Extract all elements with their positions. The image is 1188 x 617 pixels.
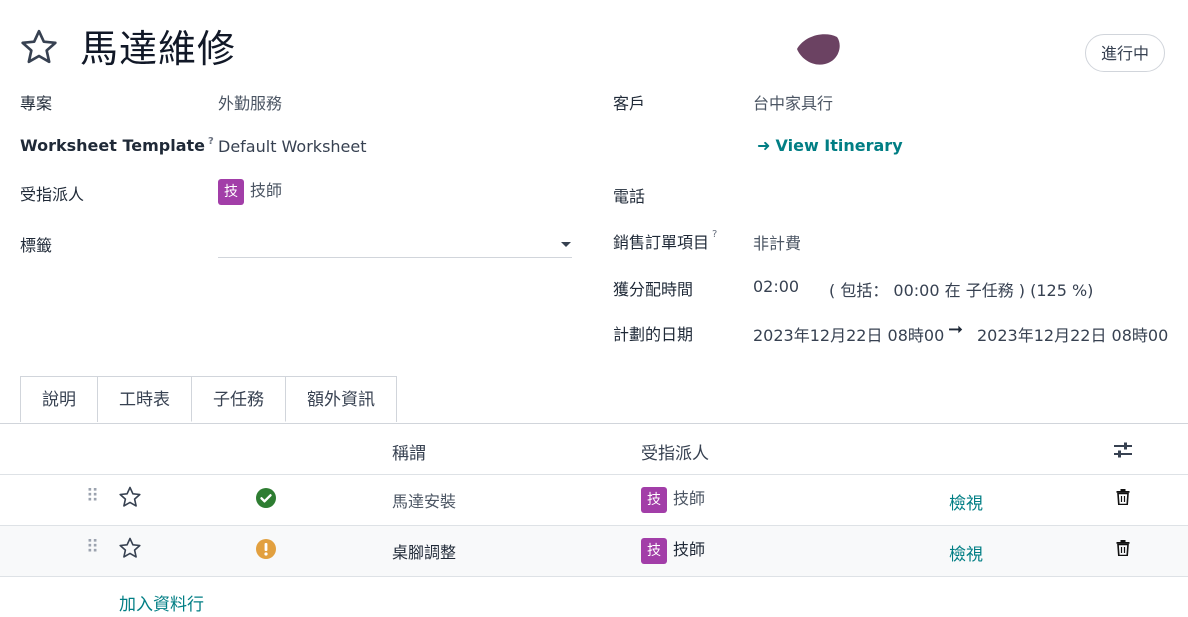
page-title: 馬達維修 [80,27,237,71]
subtask-title[interactable]: 馬達安裝 [392,488,456,512]
view-itinerary-link[interactable]: ➜ View Itinerary [757,136,903,155]
subtask-assignee[interactable]: 技技師 [641,485,705,513]
stage-button[interactable]: 進行中 [1085,34,1165,72]
worksheet-template-field[interactable]: Default Worksheet [218,137,367,156]
view-button[interactable]: 檢視 [949,489,983,514]
tab-subtasks[interactable]: 子任務 [191,376,286,422]
tabs-divider [0,423,1188,424]
table-divider [0,576,1188,577]
chevron-down-icon[interactable] [561,242,571,247]
allocated-hours-label: 獲分配時間 [613,280,694,299]
assignee-name: 技師 [250,181,283,200]
sale-item-field[interactable]: 非計費 [753,230,801,254]
worksheet-template-label: Worksheet Template? [20,136,214,155]
assignee-label: 受指派人 [20,185,85,204]
drag-handle-icon[interactable]: ⠿ [86,537,99,558]
trash-icon[interactable] [1116,540,1130,556]
planned-date-start[interactable]: 2023年12月22日 08時00 [753,322,944,346]
kanban-state-icon[interactable] [795,31,841,67]
favorite-star-icon[interactable] [19,27,59,67]
avatar: 技 [218,178,244,205]
drag-handle-icon[interactable]: ⠿ [86,486,99,507]
tab-description[interactable]: 說明 [20,376,98,422]
tab-extra-info[interactable]: 額外資訊 [285,376,397,422]
trash-icon[interactable] [1116,489,1130,505]
allocated-hours-field[interactable]: 02:00 [753,277,799,296]
avatar: 技 [641,486,667,513]
planned-date-label: 計劃的日期 [613,325,694,344]
favorite-star-icon[interactable] [118,536,142,560]
help-icon[interactable]: ? [208,136,214,147]
arrow-right-icon: ➜ [757,136,771,155]
tags-label: 標籤 [20,236,53,255]
favorite-star-icon[interactable] [118,485,142,509]
project-field[interactable]: 外勤服務 [218,90,282,114]
tab-timesheets[interactable]: 工時表 [97,376,192,422]
project-label: 專案 [20,94,53,113]
table-row[interactable] [0,526,1188,576]
view-button[interactable]: 檢視 [949,540,983,565]
sale-item-label: 銷售訂單項目? [613,229,718,252]
planned-date-end[interactable]: 2023年12月22日 08時00 [977,322,1168,346]
check-circle-icon[interactable] [256,488,276,508]
column-header-title[interactable]: 稱謂 [392,439,426,464]
phone-label: 電話 [613,187,646,206]
customer-label: 客戶 [613,94,646,113]
arrow-right-icon: ➞ [948,319,964,340]
tags-input[interactable] [218,237,572,258]
notebook-tabs: 說明 工時表 子任務 額外資訊 [20,376,397,423]
table-row[interactable] [0,475,1188,525]
help-icon[interactable]: ? [712,229,717,240]
assignee-field[interactable]: 技技師 [218,177,282,205]
allocated-hours-detail: ( 包括： 00:00 在 子任務 ) (125 %) [829,281,1094,300]
avatar: 技 [641,537,667,564]
customer-field[interactable]: 台中家具行 [753,90,833,114]
subtask-title[interactable]: 桌腳調整 [392,539,456,563]
subtask-assignee[interactable]: 技技師 [641,536,705,564]
column-header-assignee[interactable]: 受指派人 [641,439,709,464]
warning-circle-icon[interactable] [256,539,276,559]
add-line-button[interactable]: 加入資料行 [119,590,204,615]
optional-columns-icon[interactable] [1113,441,1133,459]
